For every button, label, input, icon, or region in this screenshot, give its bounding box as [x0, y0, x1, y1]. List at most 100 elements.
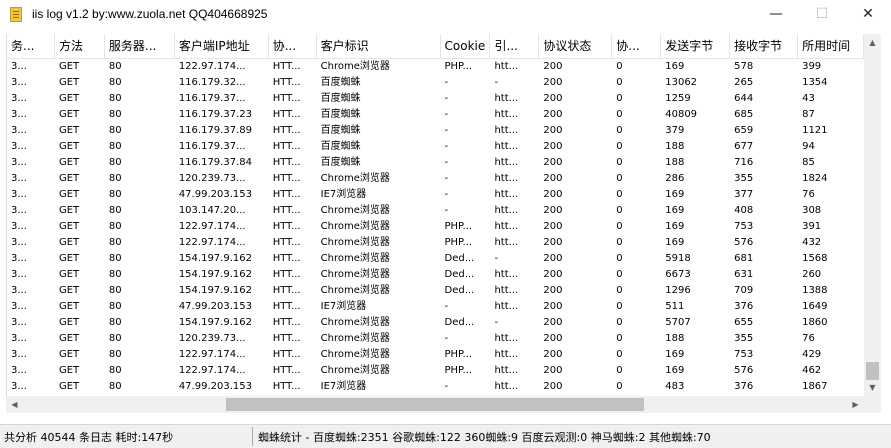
- table-row[interactable]: 3... GET 80 122.97.174... HTT... Chrome浏览器 PHP…: [7, 235, 864, 251]
- table-cell: 47.99.203.153: [178, 301, 252, 312]
- table-cell: 80: [108, 93, 122, 104]
- table-cell: HTT...: [272, 221, 301, 232]
- table-cell: htt...: [494, 61, 519, 72]
- column-header[interactable]: 引...: [490, 34, 540, 59]
- scroll-left-button[interactable]: ◀: [6, 396, 23, 413]
- table-cell: Chrome浏览器: [320, 269, 390, 280]
- table-cell: 3...: [11, 221, 27, 232]
- table-cell: 87: [802, 109, 815, 120]
- column-header[interactable]: 服务器...: [105, 34, 175, 59]
- column-header[interactable]: 客户端IP地址: [175, 34, 269, 59]
- log-table[interactable]: 务... 方法 服务器... 客户端IP地址 协... 客户标识 Cookie 引... 协议状…: [6, 34, 864, 396]
- table-row[interactable]: 3... GET 80 116.179.37.84 HTT... 百度蜘蛛 - htt... 2…: [7, 155, 864, 171]
- table-cell: HTT...: [272, 333, 301, 344]
- table-cell: IE7浏览器: [320, 301, 367, 312]
- table-cell: HTT...: [272, 381, 301, 392]
- column-header[interactable]: Cookie: [441, 34, 491, 59]
- table-cell: 1259: [665, 93, 691, 104]
- table-cell: 0: [616, 205, 623, 216]
- table-row[interactable]: 3... GET 80 116.179.37.89 HTT... 百度蜘蛛 - htt... 2…: [7, 123, 864, 139]
- maximize-button[interactable]: ☐: [799, 0, 845, 28]
- table-cell: 0: [616, 77, 623, 88]
- table-cell: 355: [734, 333, 754, 344]
- table-cell: 376: [734, 381, 754, 392]
- scroll-down-button[interactable]: ▼: [864, 379, 881, 396]
- table-row[interactable]: 3... GET 80 47.99.203.153 HTT... IE7浏览器 - htt..…: [7, 379, 864, 395]
- table-cell: -: [444, 93, 449, 104]
- table-cell: 0: [616, 125, 623, 136]
- column-header[interactable]: 协议状态: [539, 34, 613, 59]
- table-row[interactable]: 3... GET 80 122.97.174... HTT... Chrome浏览器 PHP…: [7, 363, 864, 379]
- minimize-button[interactable]: —: [753, 0, 799, 28]
- table-cell: 200: [543, 381, 563, 392]
- column-header[interactable]: 方法: [55, 34, 105, 59]
- column-header[interactable]: 客户标识: [317, 34, 441, 59]
- table-cell: 0: [616, 349, 623, 360]
- table-cell: HTT...: [272, 61, 301, 72]
- scrollbar-corner: [864, 396, 881, 413]
- table-cell: 122.97.174...: [178, 221, 246, 232]
- table-cell: 200: [543, 269, 563, 280]
- table-row[interactable]: 3... GET 80 122.97.174... HTT... Chrome浏览器 PHP…: [7, 59, 864, 75]
- table-row[interactable]: 3... GET 80 154.197.9.162 HTT... Chrome浏览器 Ded…: [7, 283, 864, 299]
- table-cell: 百度蜘蛛: [320, 157, 361, 168]
- horizontal-scrollbar[interactable]: ◀ ▶: [6, 396, 864, 413]
- table-cell: -: [444, 109, 449, 120]
- table-cell: -: [444, 301, 449, 312]
- table-row[interactable]: 3... GET 80 154.197.9.162 HTT... Chrome浏览器 Ded…: [7, 267, 864, 283]
- table-cell: -: [444, 189, 449, 200]
- table-row[interactable]: 3... GET 80 116.179.32... HTT... 百度蜘蛛 - - 200 0 13…: [7, 75, 864, 91]
- table-cell: 3...: [11, 365, 27, 376]
- table-row[interactable]: 3... GET 80 120.239.73... HTT... Chrome浏览器 - ht…: [7, 171, 864, 187]
- table-cell: 3...: [11, 61, 27, 72]
- table-cell: GET: [58, 109, 80, 120]
- table-cell: 1568: [802, 253, 828, 264]
- close-button[interactable]: ✕: [845, 0, 891, 28]
- title-bar[interactable]: iis log v1.2 by:www.zuola.net QQ40466892…: [0, 0, 891, 28]
- table-cell: 94: [802, 141, 815, 152]
- table-cell: 265: [734, 77, 754, 88]
- table-cell: 3...: [11, 381, 27, 392]
- table-body: 3... GET 80 122.97.174... HTT... Chrome浏览器 PHP…: [7, 59, 864, 396]
- column-header[interactable]: 发送字节: [661, 34, 731, 59]
- column-header[interactable]: 协...: [269, 34, 317, 59]
- table-cell: 200: [543, 317, 563, 328]
- table-cell: HTT...: [272, 157, 301, 168]
- table-cell: 80: [108, 317, 122, 328]
- table-row[interactable]: 3... GET 80 47.99.203.153 HTT... IE7浏览器 - htt..…: [7, 187, 864, 203]
- table-cell: -: [444, 157, 449, 168]
- scroll-up-button[interactable]: ▲: [864, 34, 881, 51]
- column-header[interactable]: 所用时间: [798, 34, 864, 59]
- table-row[interactable]: 3... GET 80 154.197.9.162 HTT... Chrome浏览器 Ded…: [7, 251, 864, 267]
- vertical-scroll-thumb[interactable]: [866, 362, 879, 380]
- table-cell: 0: [616, 141, 623, 152]
- table-cell: 3...: [11, 349, 27, 360]
- table-cell: IE7浏览器: [320, 189, 367, 200]
- table-row[interactable]: 3... GET 80 122.97.174... HTT... Chrome浏览器 PHP…: [7, 219, 864, 235]
- table-row[interactable]: 3... GET 80 116.179.37... HTT... 百度蜘蛛 - htt... 2…: [7, 91, 864, 107]
- table-cell: 122.97.174...: [178, 349, 246, 360]
- table-cell: 3...: [11, 301, 27, 312]
- table-cell: 200: [543, 205, 563, 216]
- table-row[interactable]: 3... GET 80 103.147.20... HTT... Chrome浏览器 - ht…: [7, 203, 864, 219]
- table-row[interactable]: 3... GET 80 154.197.9.162 HTT... Chrome浏览器 Ded…: [7, 315, 864, 331]
- table-cell: 0: [616, 333, 623, 344]
- table-cell: 1388: [802, 285, 828, 296]
- column-header[interactable]: 协...: [612, 34, 662, 59]
- table-cell: 3...: [11, 109, 27, 120]
- table-cell: htt...: [494, 93, 519, 104]
- horizontal-scroll-thumb[interactable]: [226, 398, 644, 411]
- table-row[interactable]: 3... GET 80 116.179.37.23 HTT... 百度蜘蛛 - htt... 2…: [7, 107, 864, 123]
- table-row[interactable]: 3... GET 80 122.97.174... HTT... Chrome浏览器 PHP…: [7, 347, 864, 363]
- column-header[interactable]: 接收字节: [730, 34, 799, 59]
- table-cell: -: [444, 205, 449, 216]
- table-cell: 3...: [11, 285, 27, 296]
- table-row[interactable]: 3... GET 80 116.179.37... HTT... 百度蜘蛛 - htt... 2…: [7, 139, 864, 155]
- scroll-right-button[interactable]: ▶: [847, 396, 864, 413]
- status-spider-stats: 蜘蛛统计 - 百度蜘蛛:2351 谷歌蜘蛛:122 360蜘蛛:9 百度云观测:…: [258, 431, 711, 444]
- table-cell: 百度蜘蛛: [320, 141, 361, 152]
- vertical-scrollbar[interactable]: ▲ ▼: [864, 34, 881, 396]
- table-row[interactable]: 3... GET 80 120.239.73... HTT... Chrome浏览器 - ht…: [7, 331, 864, 347]
- table-row[interactable]: 3... GET 80 47.99.203.153 HTT... IE7浏览器 - htt..…: [7, 299, 864, 315]
- column-header[interactable]: 务...: [7, 34, 55, 59]
